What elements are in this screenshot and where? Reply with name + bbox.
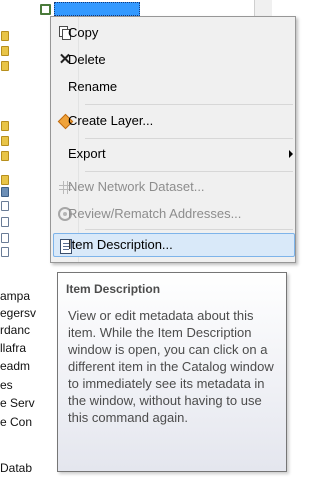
folder-icon (1, 31, 9, 41)
tree-item-label: Datab (0, 461, 33, 475)
folder-icon (1, 136, 9, 146)
feature-class-icon (40, 4, 51, 15)
menu-separator (85, 104, 293, 105)
tooltip-body: View or edit metadata about this item. W… (68, 308, 274, 425)
tree-item[interactable]: rdanc (0, 322, 60, 338)
tree-item-label: es (0, 378, 13, 392)
selected-item-highlight[interactable] (54, 2, 140, 16)
menu-item-copy[interactable]: Copy (53, 21, 295, 45)
menu-item-label: Export (68, 146, 106, 161)
tree-item[interactable]: eadm (0, 358, 60, 374)
tree-item[interactable]: e Con (0, 414, 60, 430)
menu-item-rename[interactable]: Rename (53, 75, 295, 99)
tree-item[interactable]: egersv (0, 305, 60, 321)
folder-icon (1, 151, 9, 161)
tree-item-label: e Con (0, 415, 33, 429)
context-menu: Copy ✕ Delete Rename Create Layer... Exp… (50, 16, 296, 263)
tree-item[interactable]: es (0, 377, 60, 393)
document-icon (1, 217, 9, 227)
tree-item[interactable]: llafra (0, 340, 60, 356)
tree-item-label: rdanc (0, 323, 31, 337)
tree-item-label: llafra (0, 341, 27, 355)
menu-separator (85, 171, 293, 172)
tooltip-title: Item Description (66, 282, 161, 296)
tree-item-label: e Serv (0, 396, 35, 410)
folder-icon (1, 46, 9, 56)
tree-item[interactable]: Datab (0, 460, 60, 476)
menu-separator (85, 229, 293, 230)
tree-item-label: eadm (0, 359, 31, 373)
tooltip: Item Description View or edit metadata a… (57, 272, 287, 472)
menu-item-label: Delete (68, 52, 106, 67)
menu-item-label: Copy (68, 25, 99, 40)
menu-item-new-network-dataset[interactable]: New Network Dataset... (53, 175, 295, 199)
database-icon (1, 187, 9, 197)
folder-icon (1, 61, 9, 71)
menu-item-delete[interactable]: ✕ Delete (53, 48, 295, 72)
document-icon (1, 201, 9, 211)
menu-item-label: Item Description... (68, 237, 173, 252)
menu-separator (85, 138, 293, 139)
menu-item-label: Rename (68, 79, 118, 94)
menu-item-item-description[interactable]: Item Description... (53, 233, 295, 257)
tree-item-label: ampa (0, 289, 31, 303)
menu-item-review-rematch[interactable]: Review/Rematch Addresses... (53, 202, 295, 226)
tree-item[interactable]: e Serv (0, 395, 60, 411)
menu-item-label: Review/Rematch Addresses... (68, 206, 242, 221)
menu-item-export[interactable]: Export (53, 142, 295, 166)
menu-item-label: New Network Dataset... (68, 179, 205, 194)
submenu-arrow-icon (289, 150, 293, 158)
document-icon (1, 233, 9, 243)
document-icon (1, 247, 9, 257)
folder-icon (1, 121, 9, 131)
tree-item[interactable]: ampa (0, 288, 60, 304)
menu-item-label: Create Layer... (68, 113, 154, 128)
menu-item-create-layer[interactable]: Create Layer... (53, 109, 295, 133)
tree-item-label: egersv (0, 306, 37, 320)
